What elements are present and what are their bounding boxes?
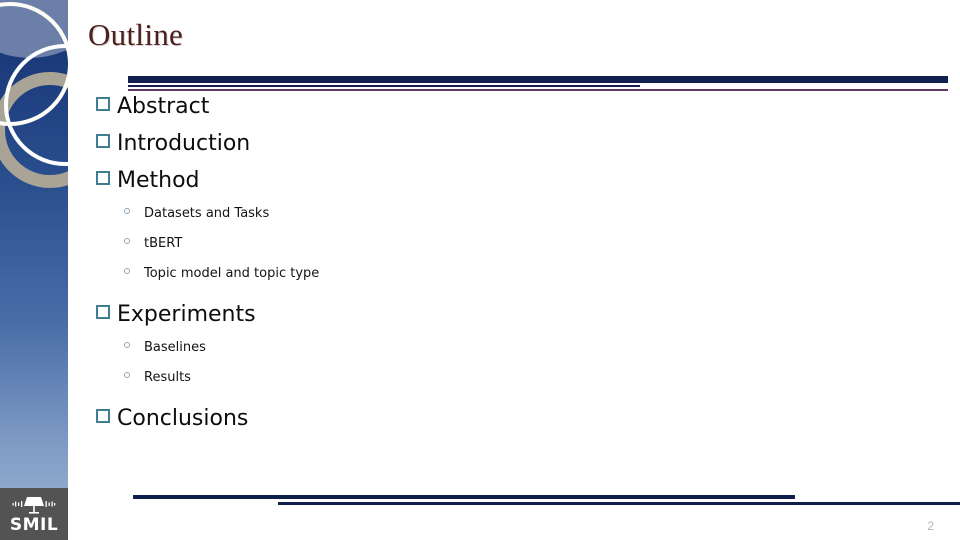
circle-bullet-icon [124,372,130,378]
outline-item-label: Experiments [117,302,256,327]
slide-title: Outline [88,17,184,52]
lamp-icon [12,497,56,514]
outline-subitem-label: tBERT [144,236,183,251]
outline-list: Abstract Introduction Method Datasets an… [96,96,796,445]
outline-subitem-label: Results [144,370,191,385]
outline-subitem-label: Baselines [144,340,206,355]
outline-subitem-label: Datasets and Tasks [144,206,270,221]
circle-bullet-icon [124,208,130,214]
slide-sidebar-decoration [0,0,68,540]
outline-subitem-datasets-and-tasks[interactable]: Datasets and Tasks [96,207,796,234]
square-bullet-icon [96,134,110,148]
outline-subitem-label: Topic model and topic type [144,266,320,281]
square-bullet-icon [96,409,110,423]
smil-logo-text: SMIL [9,515,59,535]
outline-subitem-results[interactable]: Results [96,371,796,398]
footer-rule-lower [278,502,960,505]
outline-item-label: Method [117,168,200,193]
title-rule-purple [128,89,948,91]
outline-subitem-topic-model-and-topic-type[interactable]: Topic model and topic type [96,267,796,294]
title-rule-navy-thin [128,85,640,87]
outline-item-introduction[interactable]: Introduction [96,133,796,168]
outline-subitem-tbert[interactable]: tBERT [96,237,796,264]
circle-bullet-icon [124,268,130,274]
outline-item-abstract[interactable]: Abstract [96,96,796,131]
presentation-slide: SMIL Outline Abstract Introduction Metho… [0,0,960,540]
square-bullet-icon [96,97,110,111]
outline-item-conclusions[interactable]: Conclusions [96,408,796,443]
footer-rule-upper [133,495,795,499]
circle-bullet-icon [124,238,130,244]
outline-item-label: Conclusions [117,406,249,431]
outline-item-experiments[interactable]: Experiments [96,304,796,339]
outline-item-label: Introduction [117,131,251,156]
circle-bullet-icon [124,342,130,348]
title-rule-navy-thick [128,76,948,83]
outline-subitem-baselines[interactable]: Baselines [96,341,796,368]
square-bullet-icon [96,171,110,185]
smil-logo: SMIL [0,488,68,540]
slide-page-number: 2 [927,519,934,533]
outline-item-method[interactable]: Method [96,170,796,205]
square-bullet-icon [96,305,110,319]
outline-item-label: Abstract [117,94,210,119]
